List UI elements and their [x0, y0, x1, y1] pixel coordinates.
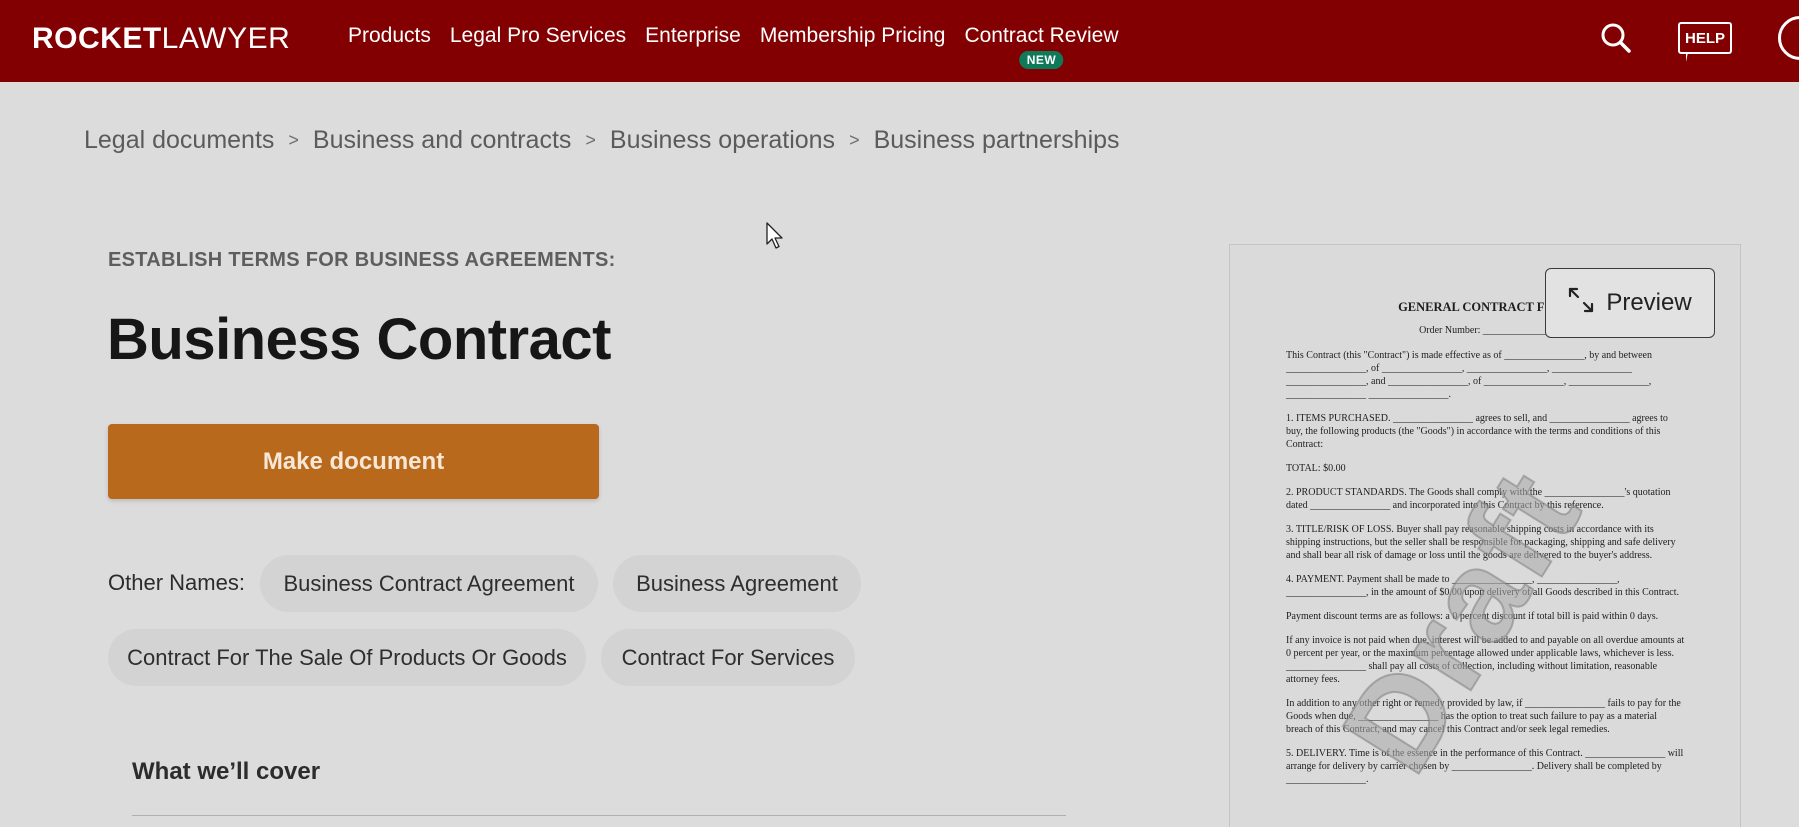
breadcrumb-legal-documents[interactable]: Legal documents: [84, 126, 274, 155]
rocket-lawyer-logo[interactable]: ROCKETLAWYER: [32, 22, 290, 56]
search-icon[interactable]: [1600, 22, 1632, 54]
section-divider: [132, 815, 1066, 816]
other-name-chip[interactable]: Business Contract Agreement: [260, 555, 598, 612]
other-name-chip[interactable]: Business Agreement: [613, 555, 861, 612]
breadcrumb-business-partnerships[interactable]: Business partnerships: [874, 126, 1120, 155]
nav-item-membership-pricing[interactable]: Membership Pricing: [760, 24, 946, 48]
breadcrumb: Legal documents > Business and contracts…: [84, 126, 1120, 155]
avatar[interactable]: [1778, 16, 1799, 60]
document-paragraph: 5. DELIVERY. Time is of the essence in t…: [1286, 748, 1684, 785]
page-title: Business Contract: [107, 307, 611, 372]
breadcrumb-separator: >: [585, 130, 596, 150]
document-paragraph: 4. PAYMENT. Payment shall be made to ___…: [1286, 574, 1679, 598]
logo-bold-text: ROCKET: [32, 22, 162, 55]
nav-item-contract-review-label: Contract Review: [964, 24, 1119, 47]
preview-button-label: Preview: [1606, 289, 1692, 316]
other-name-chip[interactable]: Contract For The Sale Of Products Or Goo…: [108, 629, 586, 686]
help-speech-tail: [1686, 52, 1688, 62]
document-paragraph: In addition to any other right or remedy…: [1286, 698, 1681, 735]
document-paragraph: TOTAL: $0.00: [1286, 463, 1346, 474]
new-badge: NEW: [1019, 51, 1064, 69]
nav-item-legal-pro-services[interactable]: Legal Pro Services: [450, 24, 626, 48]
nav-item-enterprise[interactable]: Enterprise: [645, 24, 741, 48]
breadcrumb-business-and-contracts[interactable]: Business and contracts: [313, 126, 571, 155]
make-document-button[interactable]: Make document: [108, 424, 599, 499]
mouse-cursor-icon: [766, 222, 786, 255]
what-we-cover-heading[interactable]: What we’ll cover: [132, 758, 320, 786]
top-navigation-bar: ROCKETLAWYER Products Legal Pro Services…: [0, 0, 1799, 82]
nav-item-products[interactable]: Products: [348, 24, 431, 48]
document-paragraph: 2. PRODUCT STANDARDS. The Goods shall co…: [1286, 487, 1671, 511]
document-paragraph: 1. ITEMS PURCHASED. ________________ agr…: [1286, 413, 1668, 450]
breadcrumb-separator: >: [849, 130, 860, 150]
breadcrumb-separator: >: [288, 130, 299, 150]
document-paragraph: If any invoice is not paid when due, int…: [1286, 635, 1685, 685]
logo-thin-text: LAWYER: [161, 22, 291, 55]
other-names-label: Other Names:: [108, 570, 245, 595]
other-name-chip[interactable]: Contract For Services: [601, 629, 855, 686]
help-label: HELP: [1678, 22, 1732, 54]
document-preview-page: GENERAL CONTRACT FOR P Order Number: ___…: [1286, 301, 1686, 797]
document-paragraph: 3. TITLE/RISK OF LOSS. Buyer shall pay r…: [1286, 524, 1676, 561]
preview-button[interactable]: Preview: [1545, 268, 1715, 338]
breadcrumb-business-operations[interactable]: Business operations: [610, 126, 835, 155]
document-paragraph: This Contract (this "Contract") is made …: [1286, 350, 1652, 400]
help-icon[interactable]: HELP: [1678, 22, 1732, 62]
expand-icon: [1568, 287, 1594, 320]
nav-item-contract-review[interactable]: Contract Review NEW: [964, 24, 1119, 69]
document-paragraph: Payment discount terms are as follows: a…: [1286, 611, 1659, 622]
main-nav: Products Legal Pro Services Enterprise M…: [348, 24, 1138, 69]
page-eyebrow: ESTABLISH TERMS FOR BUSINESS AGREEMENTS:: [108, 249, 616, 271]
